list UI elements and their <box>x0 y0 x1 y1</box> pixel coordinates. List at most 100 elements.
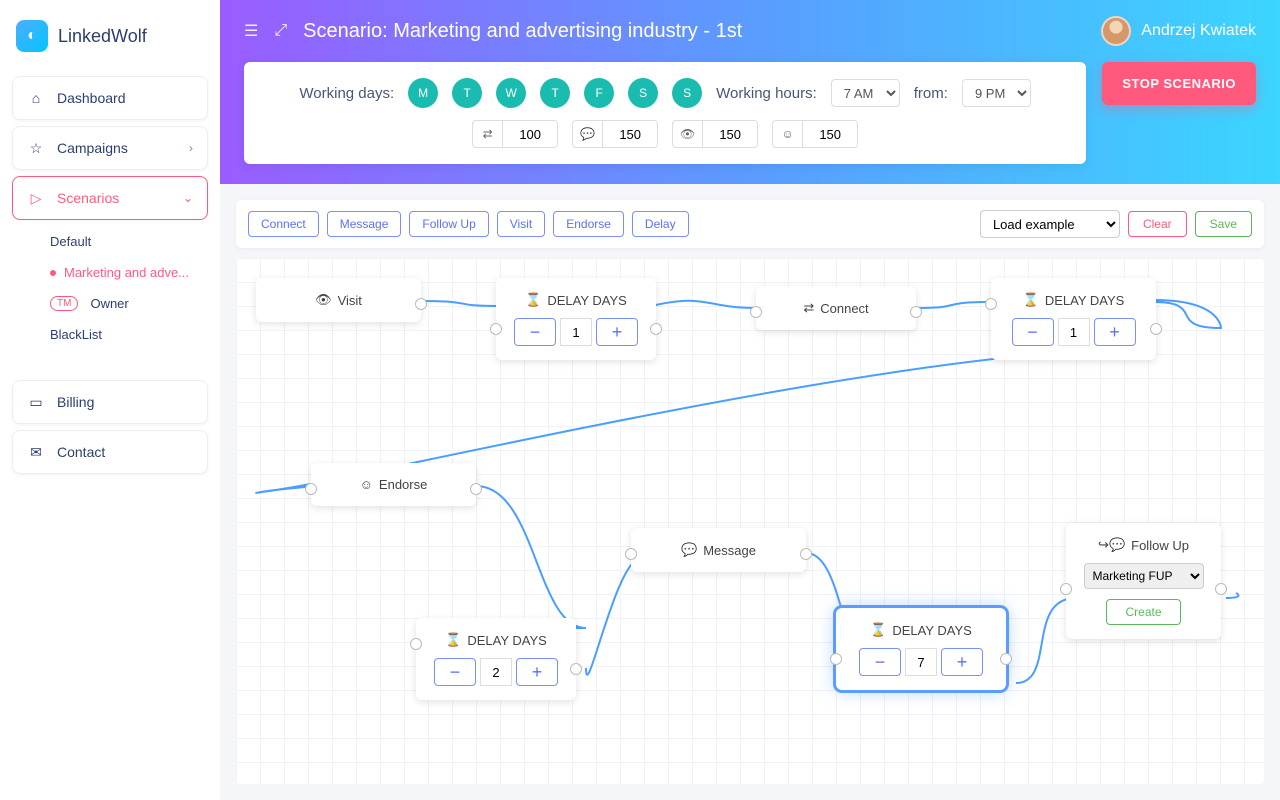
subnav-default[interactable]: Default <box>36 226 220 257</box>
subnav-blacklist[interactable]: BlackList <box>36 319 220 350</box>
minus-button[interactable]: − <box>859 648 901 676</box>
limit-input-2[interactable] <box>603 121 657 147</box>
hours-from-select[interactable]: 7 AM <box>831 79 900 107</box>
star-icon: ☆ <box>27 139 45 157</box>
limit-connections[interactable]: ⇄ <box>472 120 558 148</box>
sidebar-item-campaigns[interactable]: ☆ Campaigns › <box>12 126 208 170</box>
node-delay-1[interactable]: ⌛DELAY DAYS − + <box>496 278 656 360</box>
port-in[interactable] <box>750 306 762 318</box>
hours-to-select[interactable]: 9 PM <box>962 79 1031 107</box>
plus-button[interactable]: + <box>1094 318 1136 346</box>
sidebar-item-scenarios[interactable]: ▷ Scenarios ⌄ <box>12 176 208 220</box>
sidebar-item-dashboard[interactable]: ⌂ Dashboard <box>12 76 208 120</box>
load-example-select[interactable]: Load example <box>980 210 1120 238</box>
day-pill-t2[interactable]: T <box>540 78 570 108</box>
subnav-marketing[interactable]: Marketing and adve... <box>36 257 220 288</box>
limit-views[interactable]: 👁 <box>672 120 758 148</box>
port-out[interactable] <box>650 323 662 335</box>
followup-template-select[interactable]: Marketing FUP <box>1084 563 1204 589</box>
delay-value[interactable] <box>905 648 937 676</box>
day-pill-m[interactable]: M <box>408 78 438 108</box>
day-pill-t[interactable]: T <box>452 78 482 108</box>
node-followup[interactable]: ↪💬Follow Up Marketing FUP Create <box>1066 523 1221 639</box>
hourglass-icon: ⌛ <box>870 622 886 638</box>
main: ☰ ⤢ Scenario: Marketing and advertising … <box>220 0 1280 800</box>
plus-button[interactable]: + <box>941 648 983 676</box>
node-delay-3[interactable]: ⌛DELAY DAYS − + <box>416 618 576 700</box>
minus-button[interactable]: − <box>1012 318 1054 346</box>
delay-value[interactable] <box>560 318 592 346</box>
tool-connect[interactable]: Connect <box>248 211 319 237</box>
day-pill-f[interactable]: F <box>584 78 614 108</box>
port-out[interactable] <box>470 483 482 495</box>
save-button[interactable]: Save <box>1195 211 1252 237</box>
sidebar: ◐ LinkedWolf ⌂ Dashboard ☆ Campaigns › ▷… <box>0 0 220 800</box>
header: ☰ ⤢ Scenario: Marketing and advertising … <box>220 0 1280 184</box>
delay-value[interactable] <box>480 658 512 686</box>
menu-icon[interactable]: ☰ <box>244 21 258 41</box>
port-out[interactable] <box>910 306 922 318</box>
plus-button[interactable]: + <box>516 658 558 686</box>
delay-value[interactable] <box>1058 318 1090 346</box>
sidebar-item-billing[interactable]: ▭ Billing <box>12 380 208 424</box>
working-days-label: Working days: <box>299 85 394 102</box>
node-endorse[interactable]: ☺Endorse <box>311 463 476 506</box>
node-visit[interactable]: 👁Visit <box>256 278 421 322</box>
reply-icon: ↪💬 <box>1098 537 1125 553</box>
minus-button[interactable]: − <box>514 318 556 346</box>
tool-followup[interactable]: Follow Up <box>409 211 488 237</box>
plus-button[interactable]: + <box>596 318 638 346</box>
canvas[interactable]: 👁Visit ⌛DELAY DAYS − + ⇄Connect <box>236 258 1264 784</box>
port-in[interactable] <box>625 548 637 560</box>
port-in[interactable] <box>1060 583 1072 595</box>
limit-input-1[interactable] <box>503 121 557 147</box>
port-in[interactable] <box>830 653 842 665</box>
port-in[interactable] <box>490 323 502 335</box>
clear-button[interactable]: Clear <box>1128 211 1187 237</box>
bell-icon: ☺ <box>773 121 803 147</box>
chat-icon: 💬 <box>681 542 697 558</box>
nav-label: Dashboard <box>57 90 126 106</box>
limit-messages[interactable]: 💬 <box>572 120 658 148</box>
port-in[interactable] <box>985 298 997 310</box>
port-in[interactable] <box>410 638 422 650</box>
config-card: Working days: M T W T F S S Working hour… <box>244 62 1086 164</box>
subnav-owner[interactable]: TM Owner <box>36 288 220 319</box>
limit-input-4[interactable] <box>803 121 857 147</box>
port-out[interactable] <box>1000 653 1012 665</box>
minus-button[interactable]: − <box>434 658 476 686</box>
stop-scenario-button[interactable]: STOP SCENARIO <box>1102 62 1256 105</box>
collapse-icon[interactable]: ⤢ <box>274 22 287 40</box>
sidebar-item-contact[interactable]: ✉ Contact <box>12 430 208 474</box>
people-icon: ⇄ <box>803 300 814 316</box>
tool-message[interactable]: Message <box>327 211 402 237</box>
hourglass-icon: ⌛ <box>1023 292 1039 308</box>
from-label: from: <box>914 85 948 102</box>
port-out[interactable] <box>1150 323 1162 335</box>
port-out[interactable] <box>415 298 427 310</box>
avatar <box>1101 16 1131 46</box>
user-menu[interactable]: Andrzej Kwiatek <box>1101 16 1256 46</box>
day-pill-s2[interactable]: S <box>672 78 702 108</box>
card-icon: ▭ <box>27 393 45 411</box>
logo-icon: ◐ <box>16 20 48 52</box>
create-button[interactable]: Create <box>1106 599 1180 625</box>
tool-endorse[interactable]: Endorse <box>553 211 624 237</box>
active-dot-icon <box>50 270 56 276</box>
node-message[interactable]: 💬Message <box>631 528 806 572</box>
eye-icon: 👁 <box>673 121 703 147</box>
limit-input-3[interactable] <box>703 121 757 147</box>
tool-visit[interactable]: Visit <box>497 211 545 237</box>
day-pill-s[interactable]: S <box>628 78 658 108</box>
port-in[interactable] <box>305 483 317 495</box>
node-delay-2[interactable]: ⌛DELAY DAYS − + <box>991 278 1156 360</box>
hourglass-icon: ⌛ <box>525 292 541 308</box>
limit-endorsements[interactable]: ☺ <box>772 120 858 148</box>
port-out[interactable] <box>1215 583 1227 595</box>
port-out[interactable] <box>570 663 582 675</box>
node-delay-4[interactable]: ⌛DELAY DAYS − + <box>836 608 1006 690</box>
node-connect[interactable]: ⇄Connect <box>756 286 916 330</box>
day-pill-w[interactable]: W <box>496 78 526 108</box>
port-out[interactable] <box>800 548 812 560</box>
tool-delay[interactable]: Delay <box>632 211 689 237</box>
